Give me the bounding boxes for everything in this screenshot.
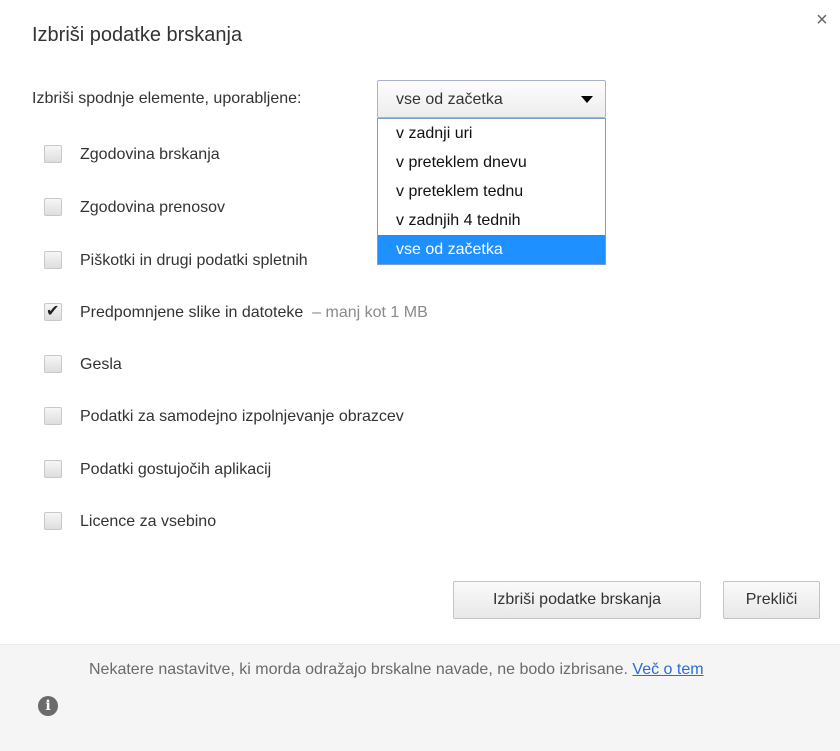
dropdown-option-selected[interactable]: vse od začetka [378, 235, 605, 264]
dropdown-option[interactable]: v preteklem tednu [378, 177, 605, 206]
close-icon[interactable]: × [810, 8, 834, 32]
dropdown-option[interactable]: v preteklem dnevu [378, 148, 605, 177]
cancel-button[interactable]: Prekliči [723, 581, 820, 619]
footer-text: Nekatere nastavitve, ki morda odražajo b… [89, 661, 704, 678]
checkbox-label: Licence za vsebino [80, 513, 217, 530]
checkbox-label: Podatki gostujočih aplikacij [80, 461, 272, 478]
clear-browsing-data-dialog: Izbriši podatke brskanja × Izbriši spodn… [0, 0, 840, 751]
dropdown-option[interactable]: v zadnjih 4 tednih [378, 206, 605, 235]
checkbox[interactable] [44, 407, 62, 425]
check-icon: ✔ [46, 303, 60, 320]
checkbox-label: Zgodovina brskanja [80, 146, 220, 163]
checkbox[interactable] [44, 198, 62, 216]
cache-size-text: – manj kot 1 MB [312, 304, 428, 321]
dropdown-arrow-icon [581, 96, 593, 103]
info-icon: i [38, 696, 58, 716]
info-footer: i Nekatere nastavitve, ki morda odražajo… [0, 644, 840, 751]
time-range-selected-value: vse od začetka [396, 91, 503, 108]
checkbox-label: Podatki za samodejno izpolnjevanje obraz… [80, 408, 404, 425]
checkbox[interactable] [44, 512, 62, 530]
time-range-label: Izbriši spodnje elemente, uporabljene: [32, 90, 302, 107]
checkbox-label: Gesla [80, 356, 122, 373]
checkbox-label: Predpomnjene slike in datoteke – manj ko… [80, 304, 428, 321]
dropdown-option[interactable]: v zadnji uri [378, 119, 605, 148]
checkbox[interactable] [44, 145, 62, 163]
checkbox[interactable] [44, 355, 62, 373]
time-range-select[interactable]: vse od začetka [377, 80, 606, 118]
checkbox[interactable] [44, 460, 62, 478]
checkbox[interactable] [44, 251, 62, 269]
checkbox-label: Zgodovina prenosov [80, 199, 225, 216]
learn-more-link[interactable]: Več o tem [632, 661, 703, 678]
dialog-title: Izbriši podatke brskanja [32, 24, 243, 46]
checkbox-label: Piškotki in drugi podatki spletnih [80, 252, 308, 269]
clear-data-button[interactable]: Izbriši podatke brskanja [453, 581, 701, 619]
checkbox-checked[interactable]: ✔ [44, 303, 62, 321]
time-range-dropdown: v zadnji uri v preteklem dnevu v pretekl… [377, 118, 606, 265]
